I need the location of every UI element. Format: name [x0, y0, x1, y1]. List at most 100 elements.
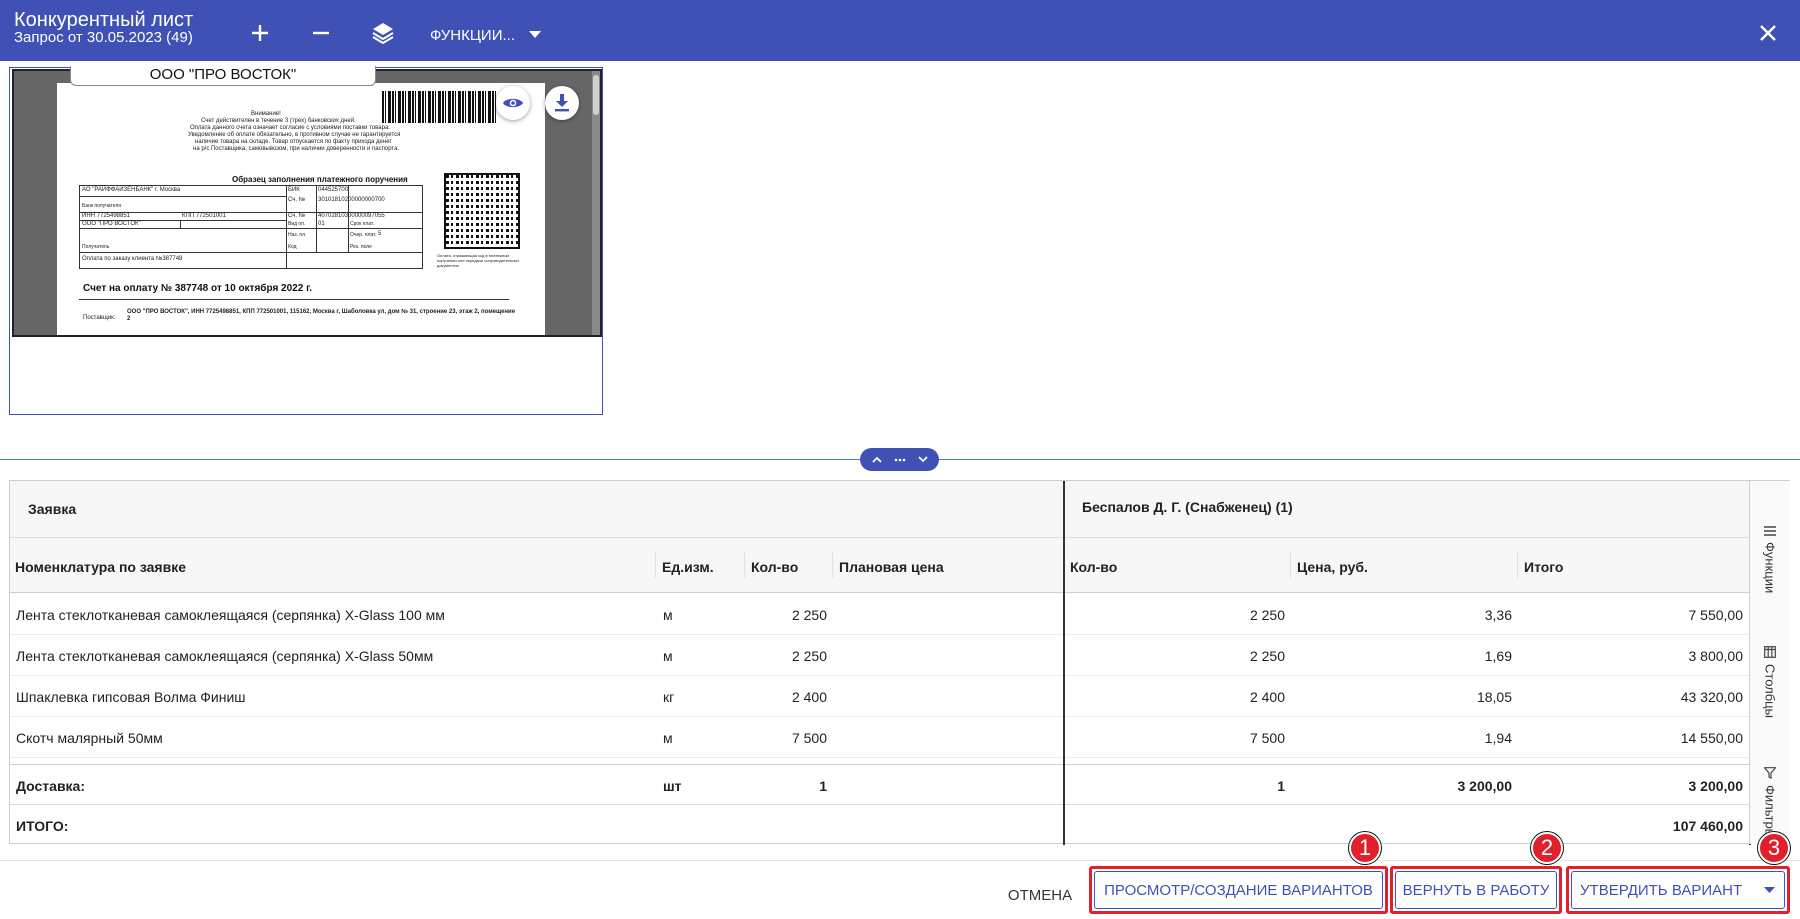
approve-variant-dropdown[interactable]	[1764, 886, 1776, 894]
cell-unit: кг	[663, 689, 675, 705]
chevron-down-icon	[529, 31, 541, 38]
pinned-column-divider	[1063, 481, 1065, 845]
cell-unit: шт	[663, 778, 682, 794]
cell-nomenclature: Шпаклевка гипсовая Волма Финиш	[16, 689, 246, 705]
approve-variant-label: УТВЕРДИТЬ ВАРИАНТ	[1580, 881, 1743, 899]
cell-qty-supplier: 7 500	[1249, 730, 1285, 746]
zoom-out-button[interactable]	[306, 18, 336, 48]
layers-button[interactable]	[368, 18, 398, 48]
cell-price: 1,69	[1484, 648, 1512, 664]
cell-unit: м	[663, 730, 673, 746]
cell-qty: 7 500	[791, 730, 827, 746]
collapse-up-button[interactable]	[867, 450, 887, 470]
app-header: Конкурентный лист Запрос от 30.05.2023 (…	[0, 0, 1800, 61]
view-create-variants-button[interactable]: ПРОСМОТР/СОЗДАНИЕ ВАРИАНТОВ	[1094, 871, 1383, 909]
side-tab-columns[interactable]: Столбцы	[1750, 646, 1790, 718]
download-document-button[interactable]	[545, 86, 579, 120]
chevron-up-icon	[871, 456, 882, 463]
eye-icon	[503, 98, 523, 108]
actions-divider	[0, 860, 1800, 861]
cell-price: 3,36	[1484, 607, 1512, 623]
notice-line: Оплата данного счета означает согласие с…	[190, 125, 390, 131]
cell-qty: 2 250	[791, 607, 827, 623]
table-row[interactable]: Лента стеклотканевая самоклеящаяся (серп…	[10, 594, 1750, 635]
supplier-details: ООО "ПРО ВОСТОК", ИНН 7725498851, КПП 77…	[127, 309, 516, 322]
chevron-down-icon	[917, 456, 928, 463]
column-header-total[interactable]: Итого	[1524, 558, 1563, 576]
cell-price: 3 200,00	[1457, 778, 1513, 794]
column-header-price[interactable]: Цена, руб.	[1297, 558, 1368, 576]
column-header-unit[interactable]: Ед.изм.	[662, 558, 714, 576]
page-subtitle: Запрос от 30.05.2023 (49)	[14, 29, 193, 46]
attachment-preview-card[interactable]: Внимание! Счет действителен в течение 3 …	[9, 66, 603, 415]
step-badge-1: 1	[1349, 832, 1381, 864]
return-to-work-button[interactable]: ВЕРНУТЬ В РАБОТУ	[1395, 871, 1557, 909]
table-row[interactable]: Скотч малярный 50мм м 7 500 7 500 1,94 1…	[10, 717, 1750, 758]
delivery-row[interactable]: Доставка: шт 1 1 3 200,00 3 200,00	[10, 764, 1750, 805]
stamp-note: Оплата, отражающая код в платежном поруч…	[437, 253, 520, 268]
side-tab-columns-label: Столбцы	[1762, 664, 1778, 718]
group-header-request[interactable]: Заявка	[10, 481, 1064, 538]
more-horizontal-icon	[894, 458, 905, 461]
cell-qty-supplier: 2 250	[1249, 648, 1285, 664]
notice-line: Уведомление об оплате обязательно, в про…	[188, 132, 401, 138]
page-title: Конкурентный лист	[14, 9, 194, 31]
layers-icon	[372, 23, 394, 45]
cell-total: 7 550,00	[1688, 607, 1744, 623]
column-header-plan-price[interactable]: Плановая цена	[839, 558, 944, 576]
table-row[interactable]: Шпаклевка гипсовая Волма Финиш кг 2 400 …	[10, 676, 1750, 717]
cell-nomenclature: Лента стеклотканевая самоклеящаяся (серп…	[16, 648, 434, 664]
group-header-request-label: Заявка	[28, 501, 77, 517]
cell-qty-supplier: 2 250	[1249, 607, 1285, 623]
zoom-in-button[interactable]	[245, 18, 275, 48]
cell-grand-total-label: ИТОГО:	[16, 818, 69, 834]
functions-menu[interactable]: ФУНКЦИИ...	[430, 22, 541, 48]
grand-total-row[interactable]: ИТОГО: 107 460,00	[10, 805, 1750, 846]
cell-qty: 1	[819, 778, 827, 794]
splitter-drag-handle[interactable]	[890, 450, 910, 470]
cell-delivery-label: Доставка:	[16, 778, 86, 794]
cell-total: 43 320,00	[1680, 689, 1743, 705]
column-header-nomenclature[interactable]: Номенклатура по заявке	[15, 558, 186, 576]
step-badge-2: 2	[1531, 832, 1563, 864]
download-icon	[555, 94, 569, 112]
splitter-controls	[860, 448, 939, 471]
invoice-page: Внимание! Счет действителен в течение 3 …	[57, 83, 545, 335]
column-header-qty[interactable]: Кол-во	[751, 558, 798, 576]
approve-variant-button[interactable]: УТВЕРДИТЬ ВАРИАНТ	[1571, 871, 1785, 909]
close-button[interactable]	[1753, 18, 1783, 48]
view-document-button[interactable]	[496, 86, 530, 120]
return-to-work-highlight: ВЕРНУТЬ В РАБОТУ	[1390, 866, 1562, 914]
cell-total: 3 200,00	[1688, 778, 1744, 794]
cell-qty: 2 250	[791, 648, 827, 664]
notice-title: Внимание!	[251, 111, 281, 117]
qr-code-image	[444, 173, 520, 249]
cell-price: 1,94	[1484, 730, 1512, 746]
cancel-button[interactable]: ОТМЕНА	[1000, 875, 1080, 915]
filter-icon	[1764, 767, 1776, 779]
cell-qty-supplier: 1	[1277, 778, 1285, 794]
payment-form-grid: АО "РАЙФФАЙЗЕНБАНК" г. Москва Банк получ…	[79, 185, 423, 269]
side-tab-functions-label: Функции	[1762, 542, 1778, 594]
supplier-label: Поставщик:	[83, 315, 116, 321]
columns-icon	[1764, 646, 1776, 658]
table-row[interactable]: Лента стеклотканевая самоклеящаяся (серп…	[10, 635, 1750, 676]
view-create-variants-highlight: ПРОСМОТР/СОЗДАНИЕ ВАРИАНТОВ	[1089, 866, 1388, 914]
notice-line: на р/с Поставщика, самовывозом, при нали…	[193, 146, 400, 152]
notice-line: наличие товара на складе. Товар отпускае…	[195, 139, 392, 145]
cell-price: 18,05	[1476, 689, 1512, 705]
grid-side-panel: Функции Столбцы Фильтры	[1749, 480, 1790, 844]
cell-unit: м	[663, 648, 673, 664]
thumbnail-scrollbar[interactable]	[592, 71, 600, 335]
cell-qty-supplier: 2 400	[1249, 689, 1285, 705]
cell-total: 3 800,00	[1688, 648, 1744, 664]
approve-variant-highlight: УТВЕРДИТЬ ВАРИАНТ	[1566, 866, 1790, 914]
group-header-supplier[interactable]: Беспалов Д. Г. (Снабженец) (1)	[1065, 481, 1750, 538]
side-tab-functions[interactable]: Функции	[1750, 526, 1790, 593]
column-header-qty-supplier[interactable]: Кол-во	[1070, 558, 1117, 576]
side-tab-filters[interactable]: Фильтры	[1750, 767, 1790, 838]
chevron-down-icon	[1764, 886, 1776, 893]
cell-unit: м	[663, 607, 673, 623]
collapse-down-button[interactable]	[913, 450, 933, 470]
notice-line: Счет действителен в течение 3 (трех) бан…	[201, 118, 356, 124]
